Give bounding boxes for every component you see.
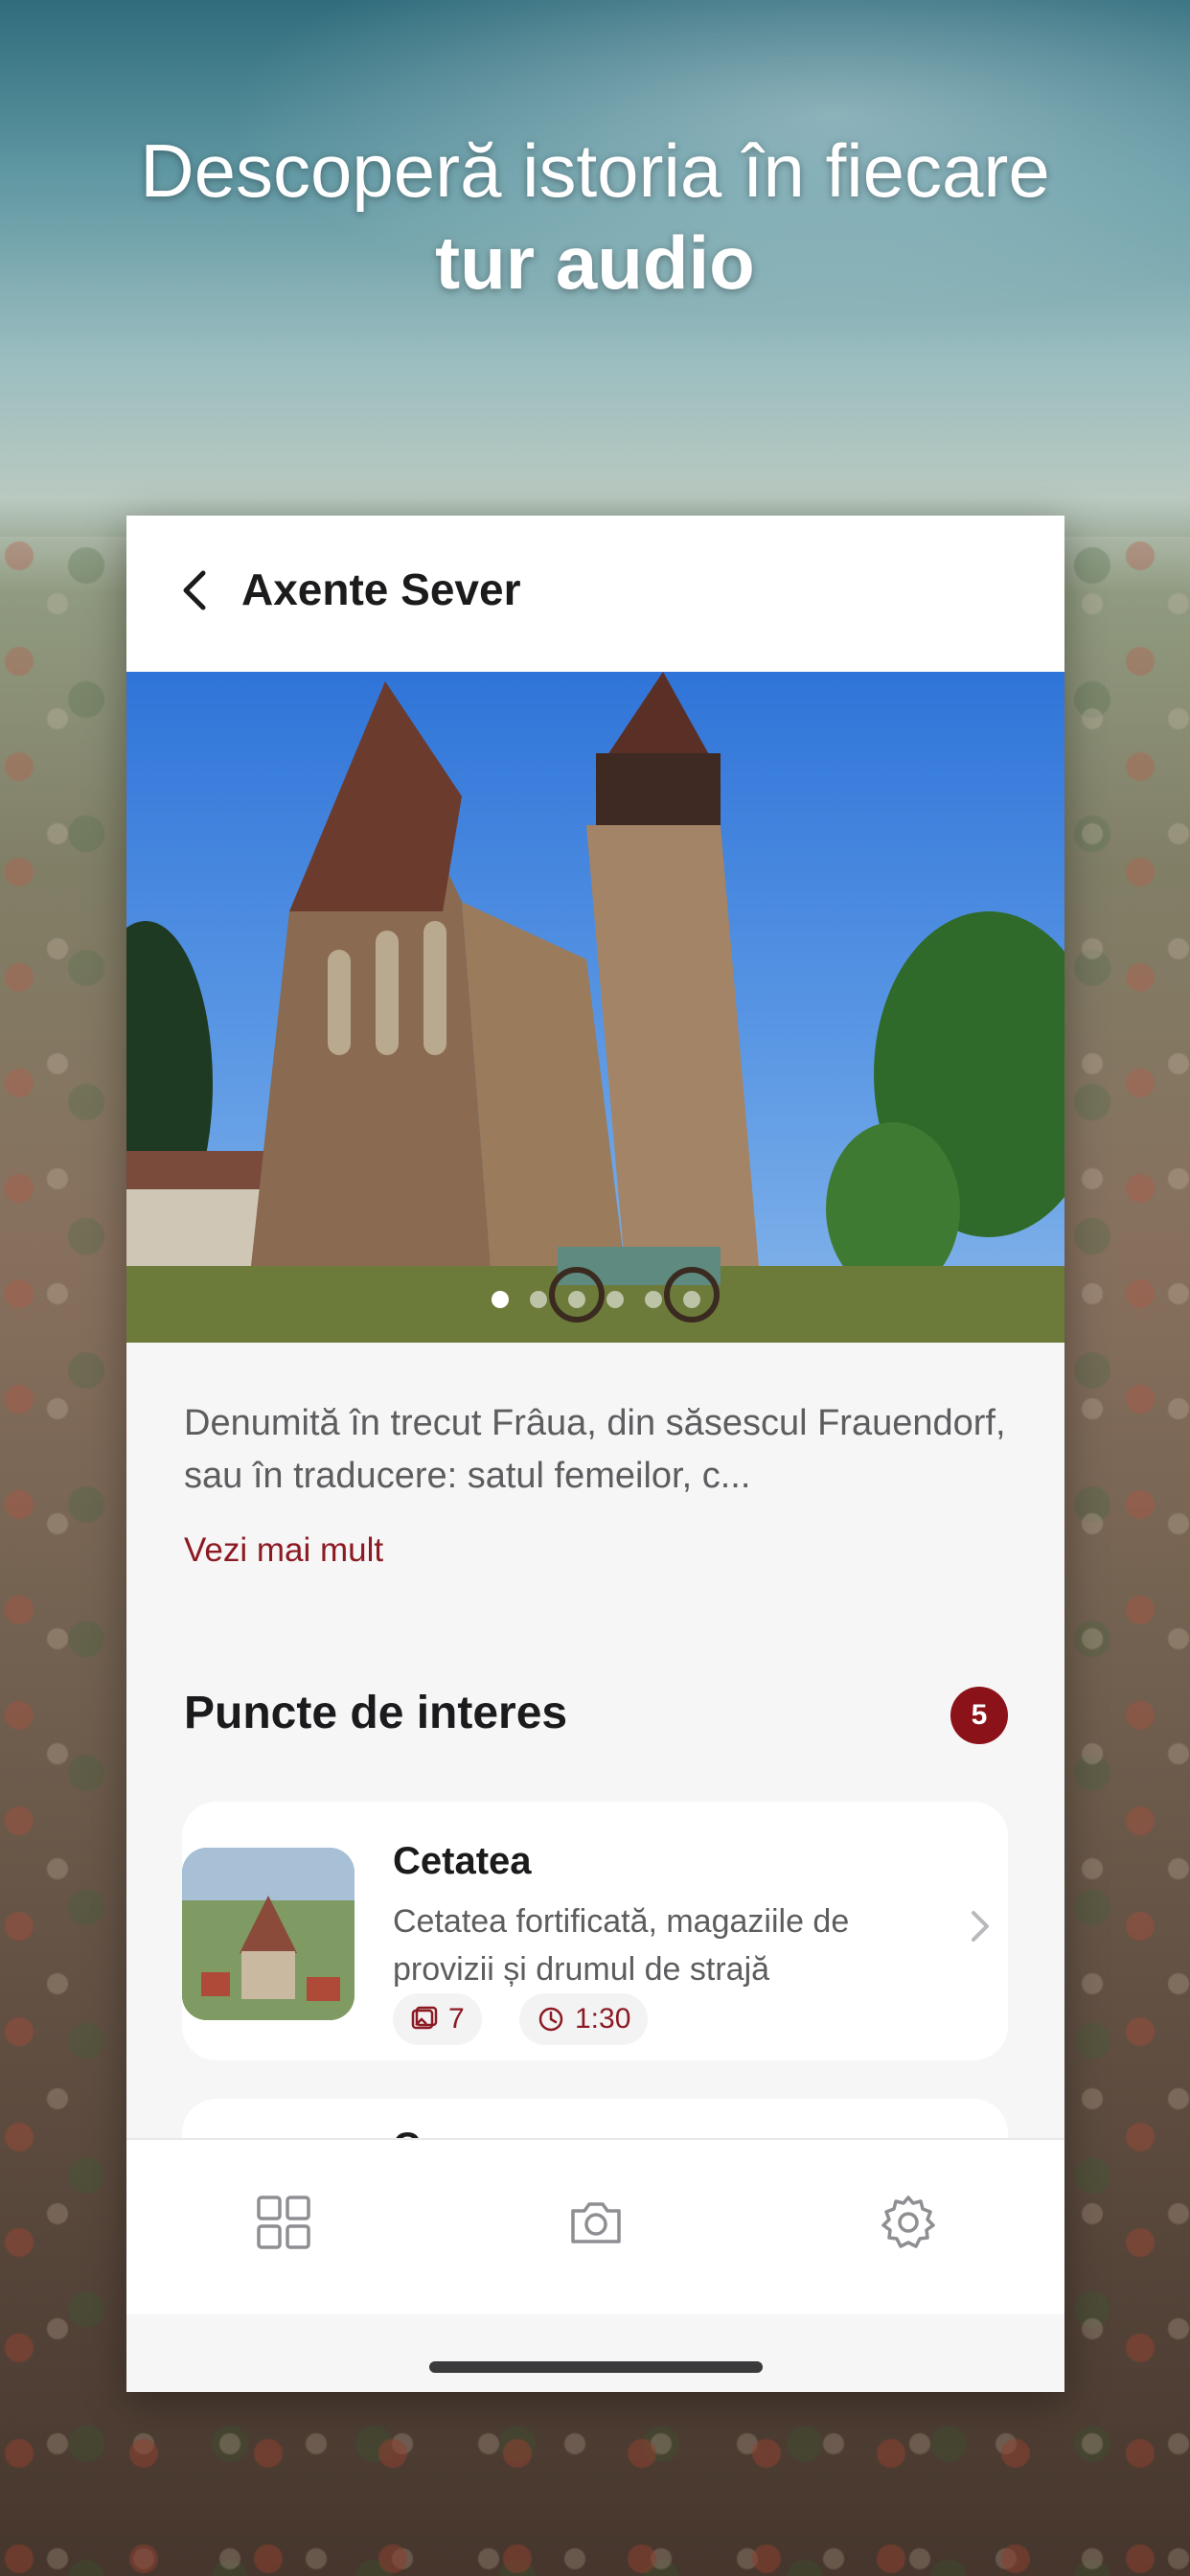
page-dot[interactable] <box>491 1291 509 1308</box>
section-title: Puncte de interes <box>184 1688 568 1738</box>
hero-gallery[interactable] <box>126 672 1064 1343</box>
gear-icon[interactable] <box>880 2194 937 2251</box>
gallery-icon <box>411 2006 438 2030</box>
poi-subtitle: Cetatea fortificată, magaziile de proviz… <box>393 1903 850 1988</box>
church-photo <box>126 672 1064 1343</box>
home-indicator-area <box>126 2314 1064 2392</box>
home-indicator[interactable] <box>429 2361 763 2373</box>
clock-icon <box>538 2007 563 2032</box>
page-dot[interactable] <box>567 1291 585 1308</box>
chevron-left-icon[interactable] <box>176 562 211 619</box>
tab-bar <box>126 2138 1064 2314</box>
page-dot[interactable] <box>606 1291 624 1308</box>
page-dot[interactable] <box>644 1291 662 1308</box>
duration: 1:30 <box>575 2003 631 2035</box>
chevron-right-icon <box>972 1911 989 1942</box>
poi-thumbnail <box>182 1848 355 2020</box>
description-text: Denumită în trecut Frâua, din săsescul F… <box>184 1403 1006 1496</box>
camera-icon[interactable] <box>567 2194 625 2251</box>
page-title: Axente Sever <box>241 564 521 614</box>
grid-icon[interactable] <box>255 2194 312 2251</box>
poi-title: Cetatea <box>393 1840 532 1882</box>
poi-card[interactable]: Cetatea Cetatea fortificată, magaziile d… <box>182 1802 1008 2060</box>
app-screen: Axente Sever Denumită în trecut Frâua, d… <box>126 516 1064 2392</box>
nav-bar: Axente Sever <box>126 516 1064 672</box>
count-badge: 5 <box>950 1687 1008 1744</box>
headline-line-1: Descoperă istoria în fiecare <box>140 128 1050 213</box>
promo-headline: Descoperă istoria în fiecare tur audio <box>0 125 1190 309</box>
duration-pill: 1:30 <box>519 1993 649 2045</box>
read-more-link[interactable]: Vezi mai mult <box>184 1531 383 1570</box>
photo-count-pill: 7 <box>393 1993 482 2045</box>
page-dot[interactable] <box>529 1291 547 1308</box>
page-dot[interactable] <box>682 1291 700 1308</box>
photo-count: 7 <box>448 2003 465 2035</box>
gallery-page-indicator[interactable] <box>126 1291 1064 1308</box>
headline-line-2: tur audio <box>435 220 755 305</box>
